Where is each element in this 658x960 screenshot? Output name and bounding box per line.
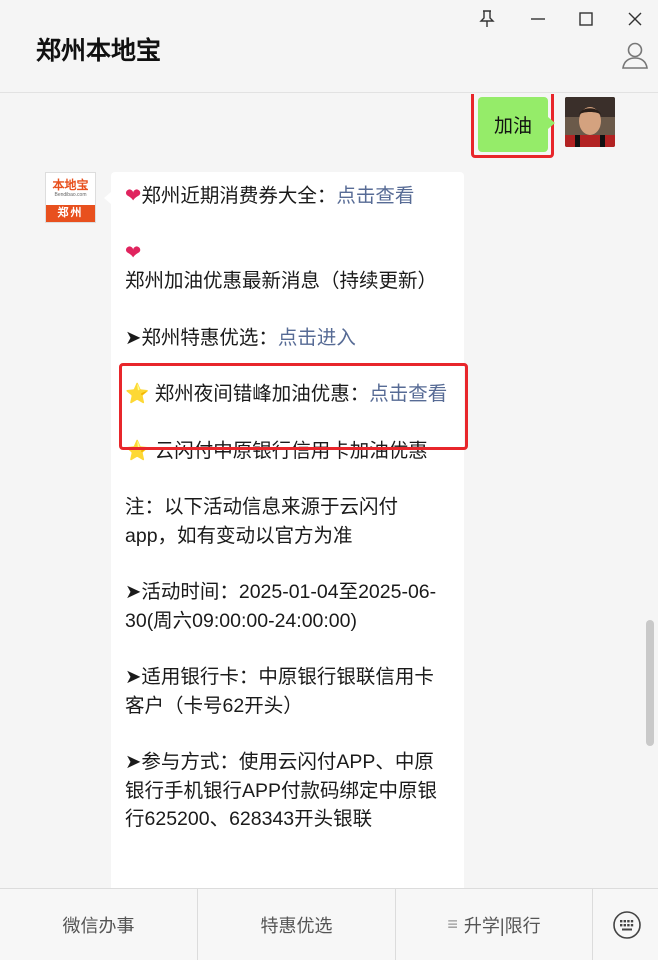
close-icon[interactable] bbox=[622, 6, 648, 32]
message-block: ➤活动时间：2025-01-04至2025-06-30(周六09:00:00-2… bbox=[125, 581, 437, 632]
maximize-icon[interactable] bbox=[573, 6, 599, 32]
message-block: ❤郑州近期消费券大全：点击查看 bbox=[125, 185, 415, 207]
pin-icon[interactable] bbox=[474, 6, 500, 32]
highlight-box-incoming bbox=[119, 363, 468, 450]
submenu-icon: ≡ bbox=[447, 914, 458, 934]
arrow-icon: ➤ bbox=[125, 666, 142, 688]
bendibao-logo: 本地宝 Bendibao.com bbox=[52, 178, 89, 199]
message-block: ❤郑州加油优惠最新消息（持续更新） bbox=[125, 241, 438, 293]
official-account-avatar[interactable]: 本地宝 Bendibao.com 郑州 bbox=[45, 172, 96, 223]
menu-item-school-traffic[interactable]: ≡ 升学|限行 bbox=[396, 889, 593, 960]
link-special-offers[interactable]: 点击进入 bbox=[278, 327, 356, 349]
chat-title: 郑州本地宝 bbox=[36, 37, 162, 65]
title-bar: 郑州本地宝 bbox=[0, 0, 658, 93]
heart-icon: ❤ bbox=[125, 241, 142, 264]
incoming-message: ❤郑州近期消费券大全：点击查看 ❤郑州加油优惠最新消息（持续更新） ➤郑州特惠优… bbox=[104, 172, 464, 888]
message-block: ➤郑州特惠优选：点击进入 bbox=[125, 326, 356, 349]
arrow-icon: ➤ bbox=[125, 751, 142, 773]
bottom-menu: 微信办事 特惠优选 ≡ 升学|限行 bbox=[0, 888, 658, 960]
arrow-icon: ➤ bbox=[125, 581, 142, 603]
arrow-icon: ➤ bbox=[125, 326, 142, 349]
menu-item-special-offers[interactable]: 特惠优选 bbox=[198, 889, 396, 960]
outgoing-message-text: 加油 bbox=[493, 116, 532, 137]
outgoing-message[interactable]: 加油 bbox=[478, 97, 555, 152]
menu-item-wechat-services[interactable]: 微信办事 bbox=[0, 889, 198, 960]
scrollbar-thumb[interactable] bbox=[646, 620, 654, 746]
minimize-icon[interactable] bbox=[525, 6, 551, 32]
profile-icon[interactable] bbox=[620, 40, 652, 72]
link-consumption-vouchers[interactable]: 点击查看 bbox=[336, 185, 414, 207]
chat-area[interactable]: 加油 本地宝 Bendibao.com 郑州 ❤郑州近期消费券大全：点击查看 ❤… bbox=[0, 94, 658, 888]
keyboard-toggle-button[interactable] bbox=[596, 889, 658, 960]
heart-icon: ❤ bbox=[125, 185, 142, 207]
keyboard-icon bbox=[613, 910, 641, 939]
message-block: ➤参与方式：使用云闪付APP、中原银行手机银行APP付款码绑定中原银行62520… bbox=[125, 751, 438, 830]
self-avatar[interactable] bbox=[565, 97, 615, 147]
message-block: 注：以下活动信息来源于云闪付app，如有变动以官方为准 bbox=[125, 496, 399, 547]
message-block: ➤适用银行卡：中原银行银联信用卡客户（卡号62开头） bbox=[125, 666, 434, 717]
